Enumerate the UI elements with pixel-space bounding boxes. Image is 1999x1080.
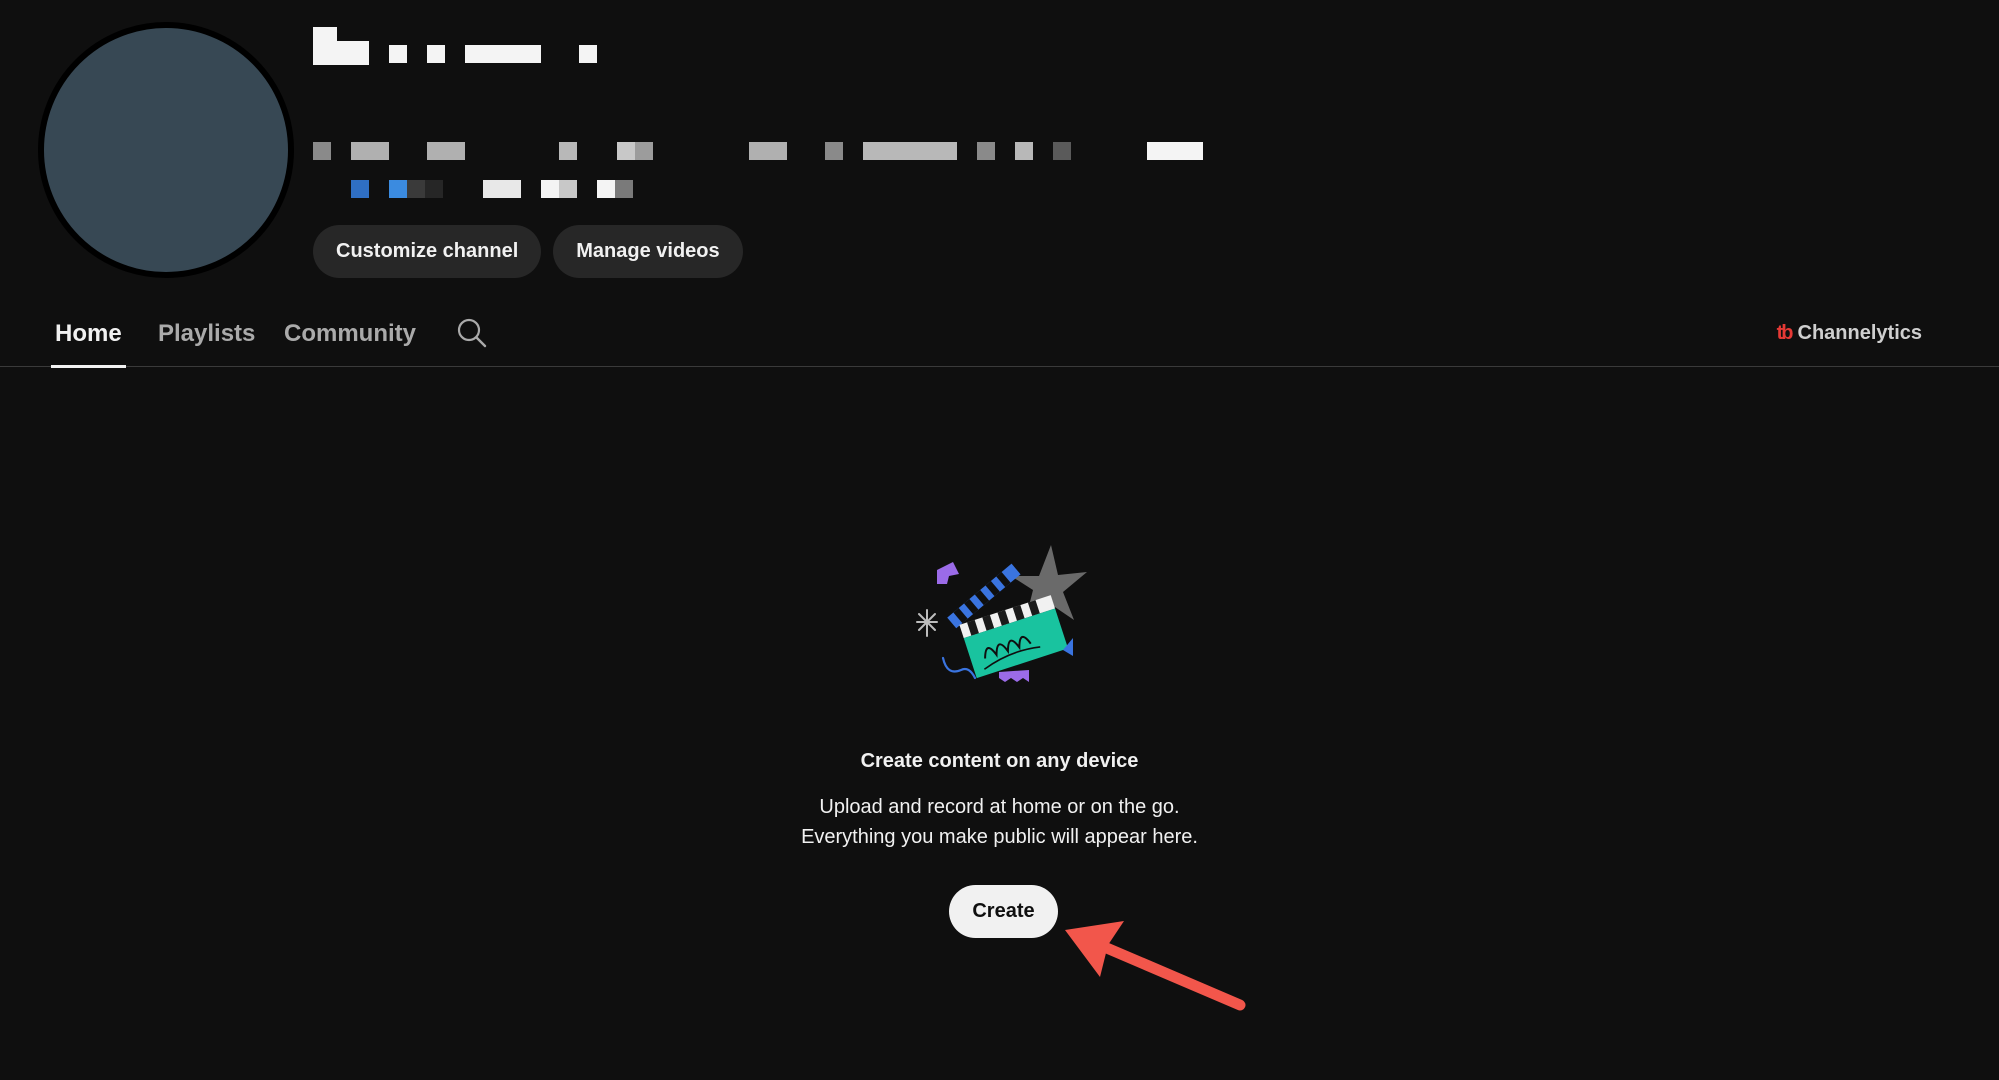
manage-videos-button[interactable]: Manage videos [553,225,743,278]
channelytics-label: Channelytics [1797,322,1922,344]
tab-home[interactable]: Home [51,300,126,368]
empty-state-line-1: Upload and record at home or on the go. [819,796,1180,818]
empty-state-description: Upload and record at home or on the go. … [0,792,1999,852]
empty-state-line-2: Everything you make public will appear h… [801,826,1198,848]
channel-actions: Customize channel Manage videos [313,225,743,278]
create-button[interactable]: Create [949,885,1058,938]
search-icon[interactable] [455,316,489,350]
empty-state-title: Create content on any device [860,750,1139,772]
tab-community[interactable]: Community [284,300,416,367]
channel-tabs: Home Playlists Community tb Channelytics [0,300,1999,368]
customize-channel-button[interactable]: Customize channel [313,225,542,278]
channelytics-link[interactable]: tb Channelytics [1777,300,1922,367]
arrow-annotation-icon [1065,921,1246,1011]
channelytics-logo-icon: tb [1776,322,1794,344]
channel-page: Customize channel Manage videos Home Pla… [0,0,1999,1080]
clapperboard-illustration-icon [916,545,1087,682]
channel-avatar[interactable] [38,22,294,278]
tab-playlists[interactable]: Playlists [158,300,255,367]
